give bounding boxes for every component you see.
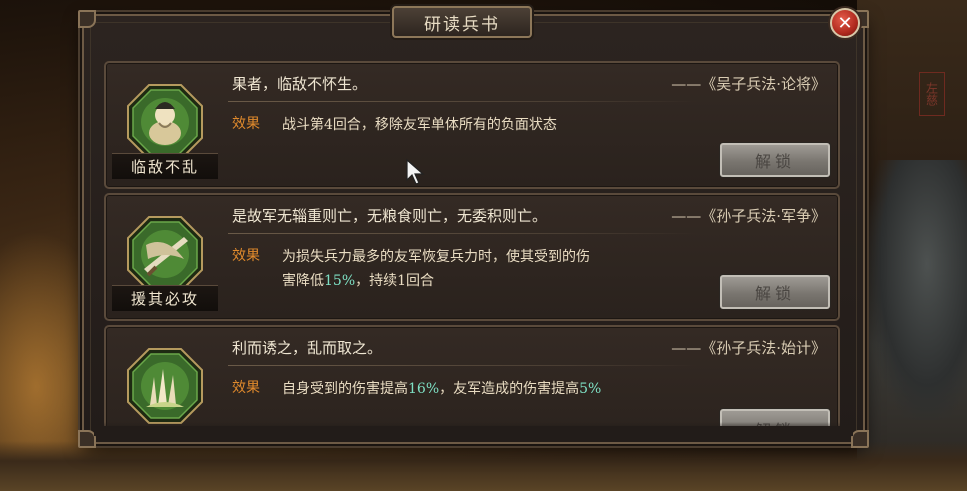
effect-text-segment: ，持续 [355,273,398,289]
skill-source: ——《孙子兵法·军争》 [671,207,826,225]
skill-source: ——《吴子兵法·论将》 [671,75,826,93]
skill-card[interactable]: 利而诱之，乱而取之。 ——《孙子兵法·始计》 效果 自身受到的伤害提高16%，友… [104,325,840,426]
effect-text-segment: 4 [324,117,333,133]
study-book-panel: 研读兵书 ✕ 临敌不乱 果者，临敌不怀生。 ——《吴子兵法·论将》 效果 战斗第… [78,6,869,448]
effect-line: 为损失兵力最多的友军恢复兵力时，使其受到的伤 [282,249,590,265]
skill-name: 临敌不乱 [112,153,218,179]
background-character [867,160,967,420]
divider [228,365,698,366]
effect-text-segment: 回合 [406,273,435,289]
panel-corner [78,10,96,28]
panel-title: 研读兵书 [392,6,532,38]
crossed-blades-icon [126,215,204,293]
effect-label: 效果 [232,116,260,132]
effect-text-segment: 回合，移除友军单体所有的负面状态 [332,117,557,133]
effect-value: 15% [324,273,356,289]
effect-description: 为损失兵力最多的友军恢复兵力时，使其受到的伤 害降低15%，持续1回合 [282,245,702,295]
skill-list[interactable]: 临敌不乱 果者，临敌不怀生。 ——《吴子兵法·论将》 效果 战斗第4回合，移除友… [104,61,840,426]
skill-source: ——《孙子兵法·始计》 [671,339,826,357]
effect-description: 自身受到的伤害提高16%，友军造成的伤害提高5% [282,377,702,426]
panel-bottom-edge [94,422,853,436]
skill-quote: 利而诱之，乱而取之。 [232,339,383,357]
background-seal: 左慈 [919,72,945,116]
unlock-button[interactable]: 解锁 [720,275,830,309]
grass-flame-icon [126,347,204,425]
background-desk [0,441,967,491]
close-icon: ✕ [837,12,853,34]
divider [228,101,698,102]
effect-text-segment: 战斗第 [282,117,324,133]
scholar-portrait-icon [126,83,204,161]
effect-description: 战斗第4回合，移除友军单体所有的负面状态 [282,113,702,163]
effect-text-segment: 1 [397,273,407,289]
effect-label: 效果 [232,380,260,396]
effect-text-segment: 害降低 [282,273,324,289]
skill-quote: 果者，临敌不怀生。 [232,75,368,93]
effect-value: 5% [579,381,602,397]
close-button[interactable]: ✕ [830,8,860,38]
mouse-cursor-icon [406,158,425,185]
skill-card[interactable]: 援其必攻 是故军无辎重则亡，无粮食则亡，无委积则亡。 ——《孙子兵法·军争》 效… [104,193,840,321]
effect-text-segment: 自身受到的伤害提高 [282,381,408,397]
effect-label: 效果 [232,248,260,264]
skill-card[interactable]: 临敌不乱 果者，临敌不怀生。 ——《吴子兵法·论将》 效果 战斗第4回合，移除友… [104,61,840,189]
effect-value: 16% [408,381,440,397]
effect-line: 害降低15%，持续1回合 [282,269,702,293]
divider [228,233,698,234]
unlock-button[interactable]: 解锁 [720,143,830,177]
effect-text-segment: ，友军造成的伤害提高 [439,381,580,397]
skill-name: 援其必攻 [112,285,218,311]
panel-corner [851,430,869,448]
skill-quote: 是故军无辎重则亡，无粮食则亡，无委积则亡。 [232,207,548,225]
